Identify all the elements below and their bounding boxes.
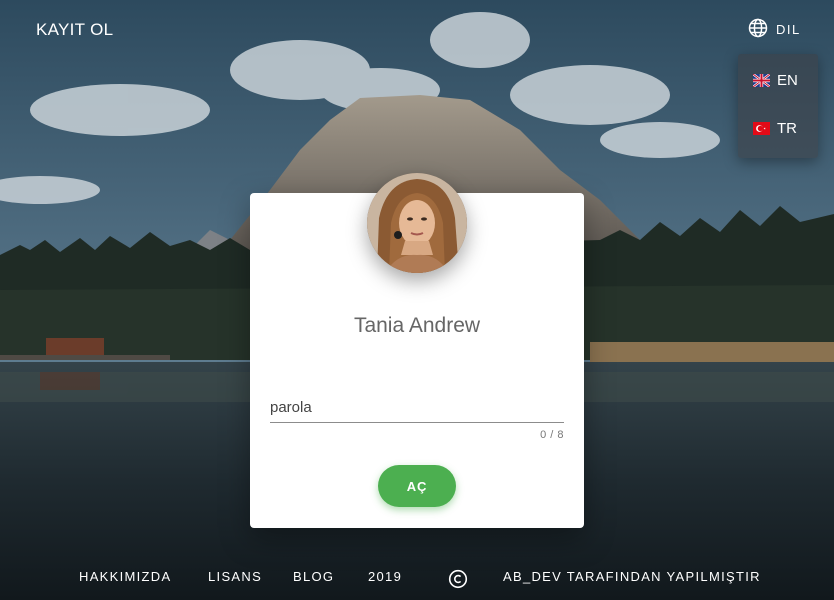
user-avatar — [367, 173, 467, 273]
footer-year: 2019 — [368, 569, 403, 584]
user-name: Tania Andrew — [353, 314, 481, 337]
language-option-en[interactable]: EN — [738, 56, 818, 104]
footer-link-blog[interactable]: BLOG — [293, 569, 334, 584]
footer-credit: AB_DEV TARAFINDAN YAPILMIŞTIR — [503, 569, 761, 584]
copyright-icon — [448, 569, 468, 592]
language-option-label: TR — [777, 119, 797, 137]
language-toggle-label: DIL — [776, 22, 801, 37]
password-char-counter: 0 / 8 — [540, 429, 564, 441]
footer-link-license[interactable]: LISANS — [208, 569, 262, 584]
brand-register-link[interactable]: KAYIT OL — [36, 20, 113, 40]
footer: HAKKIMIZDA LISANS BLOG 2019 AB_DEV TARAF… — [0, 566, 834, 589]
uk-flag-icon — [753, 73, 770, 87]
globe-icon — [748, 18, 768, 41]
language-toggle[interactable]: DIL — [748, 18, 801, 41]
language-option-label: EN — [777, 71, 798, 89]
password-input[interactable] — [270, 393, 564, 423]
turkey-flag-icon — [753, 121, 770, 135]
footer-link-about[interactable]: HAKKIMIZDA — [79, 569, 171, 584]
open-button[interactable]: AÇ — [378, 465, 456, 507]
language-option-tr[interactable]: TR — [738, 104, 818, 152]
language-dropdown-menu: EN TR — [738, 54, 818, 158]
